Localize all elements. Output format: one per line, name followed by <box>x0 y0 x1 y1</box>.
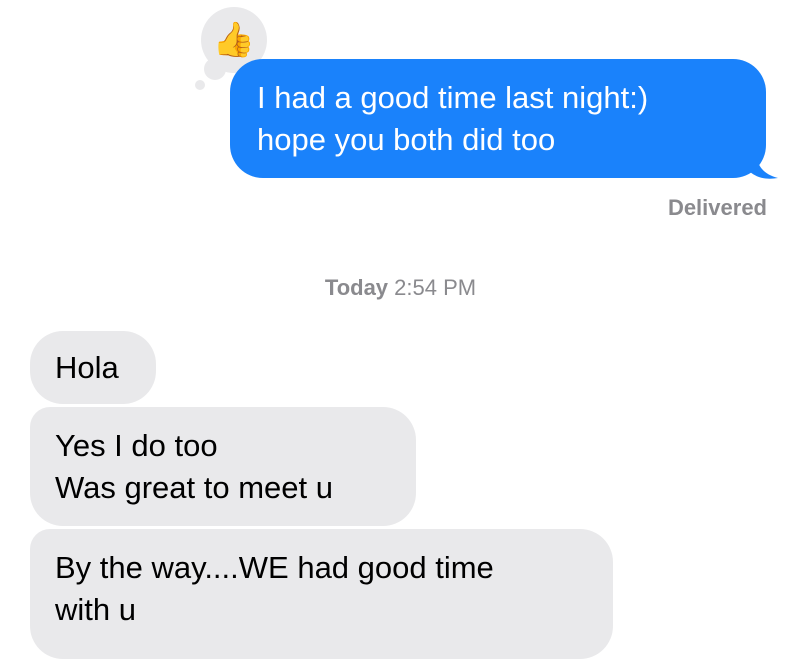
received-message-bubble[interactable]: Hola <box>30 331 156 404</box>
sent-message-bubble[interactable]: I had a good time last night:) hope you … <box>230 59 766 178</box>
message-line: By the way....WE had good time <box>55 550 494 585</box>
message-line: Yes I do too <box>55 428 218 463</box>
timestamp-day: Today <box>324 275 389 300</box>
message-line: with u <box>55 592 136 627</box>
received-message-bubble[interactable]: By the way....WE had good time with u <box>30 529 613 659</box>
message-line: hope you both did too <box>257 122 556 157</box>
received-message-bubble[interactable]: Yes I do too Was great to meet u <box>30 407 416 526</box>
thumbs-up-icon: 👍 <box>212 21 256 59</box>
message-line: Hola <box>55 350 119 385</box>
tapback-tail <box>195 80 205 90</box>
message-line: Was great to meet u <box>55 470 333 505</box>
timestamp-time: 2:54 PM <box>394 275 477 300</box>
delivery-status: Delivered <box>667 195 767 220</box>
timestamp-divider: Today 2:54 PM <box>0 275 801 301</box>
message-thread: 👍 I had a good time last night:) hope yo… <box>0 0 801 659</box>
message-line: I had a good time last night:) <box>257 80 649 115</box>
sent-bubble-tail <box>748 150 778 179</box>
